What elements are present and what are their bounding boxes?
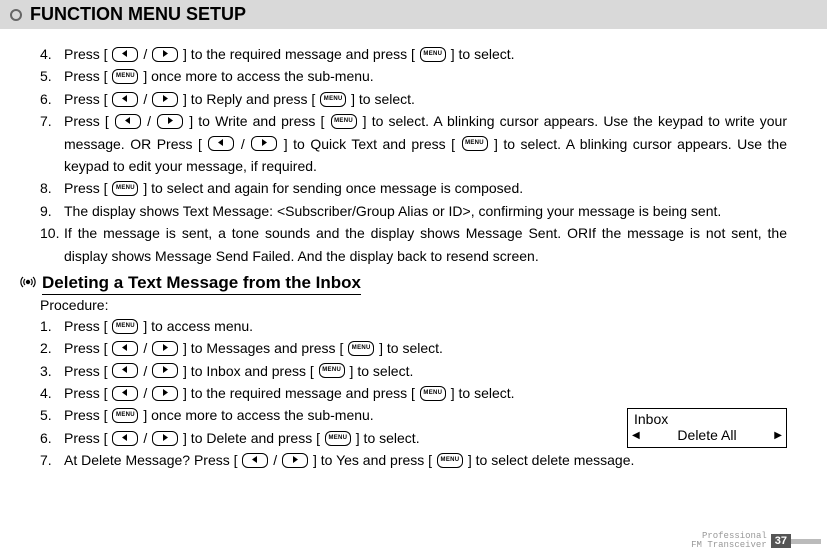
step-item: 4.Press [ / ] to the required message an… (40, 43, 787, 65)
step-text: Press [ / ] to Write and press [ MENU ] … (64, 110, 787, 177)
step-number: 7. (40, 449, 64, 471)
menu-key-icon: MENU (112, 319, 138, 334)
screen-option-text: Delete All (677, 427, 736, 443)
page-number: 37 (771, 534, 791, 548)
step-item: 2.Press [ / ] to Messages and press [ ME… (40, 337, 787, 359)
right-arrow-key-icon (152, 92, 178, 107)
menu-key-icon: MENU (325, 431, 351, 446)
step-item: 10.If the message is sent, a tone sounds… (40, 222, 787, 267)
step-number: 2. (40, 337, 64, 359)
left-arrow-key-icon (112, 431, 138, 446)
step-number: 5. (40, 404, 64, 426)
step-number: 1. (40, 315, 64, 337)
right-arrow-key-icon (251, 136, 277, 151)
step-item: 7.Press [ / ] to Write and press [ MENU … (40, 110, 787, 177)
right-arrow-key-icon (152, 363, 178, 378)
menu-key-icon: MENU (462, 136, 488, 151)
step-item: 8.Press [ MENU ] to select and again for… (40, 177, 787, 199)
header-title: FUNCTION MENU SETUP (30, 4, 246, 24)
step-number: 5. (40, 65, 64, 87)
step-number: 6. (40, 88, 64, 110)
step-text: Press [ MENU ] to access menu. (64, 315, 787, 337)
right-arrow-key-icon (157, 114, 183, 129)
step-item: 1.Press [ MENU ] to access menu. (40, 315, 787, 337)
right-arrow-key-icon (152, 47, 178, 62)
step-text: If the message is sent, a tone sounds an… (64, 222, 787, 267)
menu-key-icon: MENU (319, 363, 345, 378)
footer-label: Professional FM Transceiver (691, 532, 767, 550)
step-number: 6. (40, 427, 64, 449)
right-triangle-icon: ▶ (774, 430, 782, 441)
menu-key-icon: MENU (420, 47, 446, 62)
left-arrow-key-icon (115, 114, 141, 129)
menu-key-icon: MENU (437, 453, 463, 468)
step-text: Press [ / ] to the required message and … (64, 382, 787, 404)
menu-key-icon: MENU (112, 408, 138, 423)
section-header: FUNCTION MENU SETUP (0, 0, 827, 29)
step-text: Press [ / ] to Inbox and press [ MENU ] … (64, 360, 787, 382)
left-arrow-key-icon (208, 136, 234, 151)
step-number: 3. (40, 360, 64, 382)
step-item: 4.Press [ / ] to the required message an… (40, 382, 787, 404)
step-number: 4. (40, 382, 64, 404)
menu-key-icon: MENU (320, 92, 346, 107)
bullet-icon (10, 9, 22, 21)
step-item: 6.Press [ / ] to Reply and press [ MENU … (40, 88, 787, 110)
steps-list-b: 1.Press [ MENU ] to access menu.2.Press … (40, 315, 787, 472)
right-arrow-key-icon (282, 453, 308, 468)
left-arrow-key-icon (112, 341, 138, 356)
step-number: 4. (40, 43, 64, 65)
step-number: 9. (40, 200, 64, 222)
radio-waves-icon (20, 274, 36, 293)
step-text: Press [ / ] to Messages and press [ MENU… (64, 337, 787, 359)
procedure-label: Procedure: (40, 297, 787, 313)
subsection-header-row: Deleting a Text Message from the Inbox (20, 273, 787, 295)
left-arrow-key-icon (112, 363, 138, 378)
footer-decoration (791, 539, 821, 544)
step-text: Press [ / ] to Reply and press [ MENU ] … (64, 88, 787, 110)
right-arrow-key-icon (152, 386, 178, 401)
step-item: 7.At Delete Message? Press [ / ] to Yes … (40, 449, 787, 471)
device-screen-preview: Inbox ◀ Delete All ▶ (627, 408, 787, 448)
left-arrow-key-icon (112, 386, 138, 401)
right-arrow-key-icon (152, 431, 178, 446)
step-text: Press [ MENU ] once more to access the s… (64, 65, 787, 87)
left-arrow-key-icon (112, 47, 138, 62)
step-item: 5.Press [ MENU ] once more to access the… (40, 65, 787, 87)
right-arrow-key-icon (152, 341, 178, 356)
step-text: Press [ / ] to the required message and … (64, 43, 787, 65)
step-text: At Delete Message? Press [ / ] to Yes an… (64, 449, 787, 471)
steps-list-a: 4.Press [ / ] to the required message an… (40, 43, 787, 267)
left-arrow-key-icon (242, 453, 268, 468)
screen-line-2: ◀ Delete All ▶ (632, 427, 782, 443)
menu-key-icon: MENU (112, 69, 138, 84)
screen-line-1: Inbox (632, 411, 782, 427)
footer-line-2: FM Transceiver (691, 541, 767, 550)
step-number: 7. (40, 110, 64, 132)
step-text: Press [ MENU ] to select and again for s… (64, 177, 787, 199)
step-number: 8. (40, 177, 64, 199)
step-text: The display shows Text Message: <Subscri… (64, 200, 787, 222)
page-footer: Professional FM Transceiver 37 (691, 532, 821, 550)
menu-key-icon: MENU (348, 341, 374, 356)
left-arrow-key-icon (112, 92, 138, 107)
step-number: 10. (40, 222, 64, 244)
step-item: 9.The display shows Text Message: <Subsc… (40, 200, 787, 222)
left-triangle-icon: ◀ (632, 430, 640, 441)
menu-key-icon: MENU (331, 114, 357, 129)
step-item: 3.Press [ / ] to Inbox and press [ MENU … (40, 360, 787, 382)
subsection-title: Deleting a Text Message from the Inbox (42, 273, 361, 295)
menu-key-icon: MENU (112, 181, 138, 196)
menu-key-icon: MENU (420, 386, 446, 401)
